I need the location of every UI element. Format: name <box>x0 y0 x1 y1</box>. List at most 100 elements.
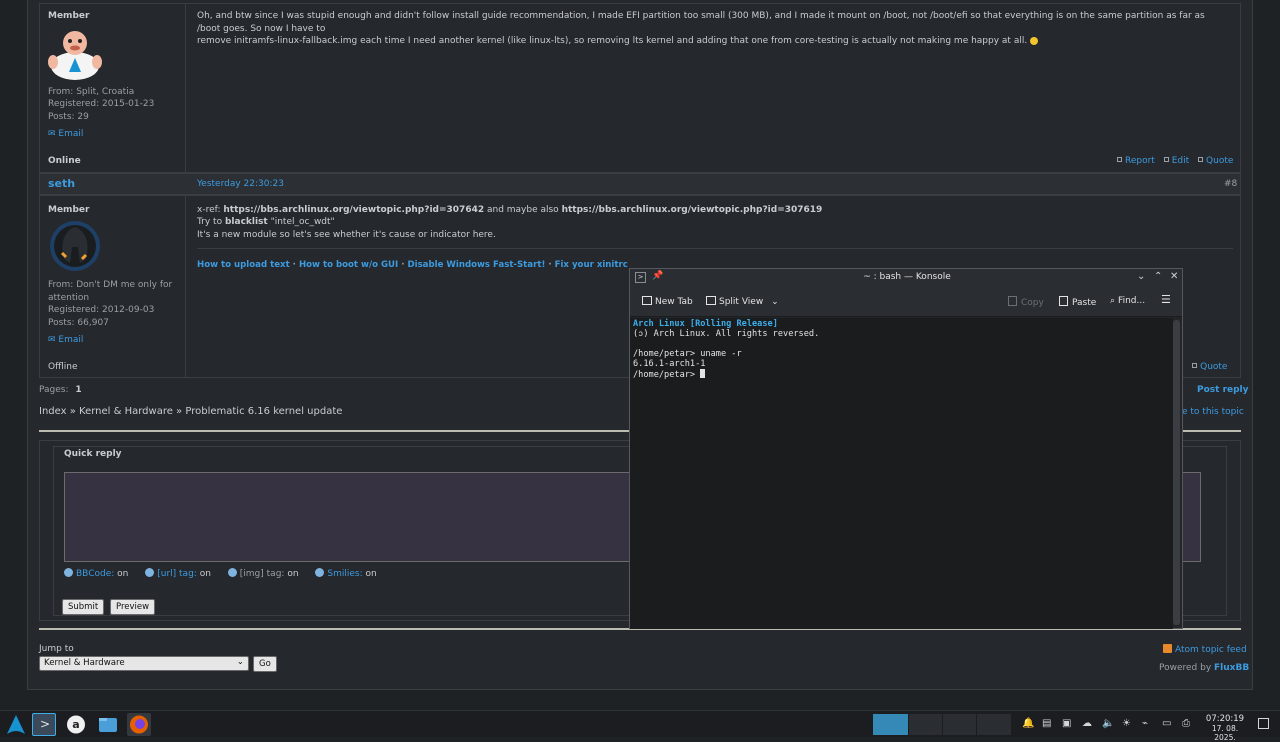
split-view-icon <box>706 296 716 305</box>
quote-icon <box>1192 363 1198 368</box>
konsole-title: ~ : bash — Konsole <box>863 272 951 282</box>
virtual-desktop-4[interactable] <box>976 714 1011 735</box>
mail-icon: ✉ <box>48 129 56 139</box>
submit-button[interactable]: Submit <box>62 599 105 615</box>
smiley-icon <box>1030 37 1039 46</box>
quote-link[interactable]: Quote <box>1200 362 1227 372</box>
jump-to-label: Jump to <box>39 644 74 654</box>
post-7-registered: Registered: 2015-01-23 <box>48 99 155 109</box>
post-8-posts: Posts: 66,907 <box>48 318 109 328</box>
term-line-2: (ↄ) Arch Linux. All rights reversed. <box>633 329 820 339</box>
new-tab-icon <box>642 296 652 305</box>
file-manager-icon[interactable] <box>96 713 120 736</box>
smilies-link[interactable]: Smilies: <box>327 569 362 579</box>
copy-button[interactable]: Copy <box>1008 296 1044 308</box>
help-icon <box>227 568 237 577</box>
post-8-line3: It's a new module so let's see whether i… <box>197 230 496 240</box>
paste-button[interactable]: Paste <box>1059 296 1096 308</box>
konsole-task-icon[interactable]: > <box>32 713 56 736</box>
post-reply-link[interactable]: Post reply <box>1197 384 1249 397</box>
quote-link[interactable]: Quote <box>1206 156 1233 166</box>
konsole-toolbar: New Tab Split View ⌄ Copy Paste ⌕ Find...… <box>630 287 1182 317</box>
post-7-actions: Report Edit Quote <box>1117 155 1233 168</box>
search-icon: ⌕ <box>1110 296 1116 306</box>
new-tab-button[interactable]: New Tab <box>642 296 693 307</box>
post-8-avatar <box>48 219 102 273</box>
fluxbb-link[interactable]: FluxBB <box>1214 663 1249 673</box>
preview-button[interactable]: Preview <box>110 599 156 615</box>
quote-icon <box>1198 157 1204 162</box>
notifications-icon[interactable]: 🔔 <box>1022 718 1034 729</box>
subscribe-link[interactable]: e to this topic <box>1182 406 1244 419</box>
post-8-time[interactable]: Yesterday 22:30:23 <box>197 178 284 191</box>
xref-link-2[interactable]: https://bbs.archlinux.org/viewtopic.php?… <box>562 205 823 215</box>
help-icon <box>145 568 155 577</box>
page-1[interactable]: 1 <box>75 385 81 395</box>
app-store-icon[interactable]: a <box>64 713 88 736</box>
konsole-titlebar[interactable]: > 📌 ~ : bash — Konsole ⌄ ⌃ ✕ <box>630 269 1182 287</box>
printer-icon[interactable]: ⎙ <box>1182 718 1190 729</box>
post-7-role: Member <box>48 11 90 21</box>
firefox-icon[interactable] <box>127 713 151 736</box>
term-line-1: Arch Linux [Rolling Release] <box>633 319 778 329</box>
jump-to-select[interactable]: Kernel & Hardware ⌄ <box>39 656 249 671</box>
go-button[interactable]: Go <box>253 656 277 672</box>
post-7-body-line1: Oh, and btw since I was stupid enough an… <box>197 11 1205 34</box>
post-8-try-line: Try to blacklist "intel_oc_wdt" <box>197 217 335 227</box>
edit-link[interactable]: Edit <box>1172 156 1189 166</box>
paste-icon <box>1059 296 1068 306</box>
edit-icon <box>1163 157 1169 162</box>
show-desktop-icon[interactable] <box>1258 718 1269 729</box>
post-8-author[interactable]: seth <box>48 177 75 190</box>
arch-launcher-icon[interactable] <box>4 713 28 736</box>
breadcrumb-category[interactable]: Kernel & Hardware <box>79 406 173 417</box>
post-8-actions: rt Quote <box>1176 361 1227 374</box>
split-view-button[interactable]: Split View ⌄ <box>706 296 779 307</box>
xref-link-1[interactable]: https://bbs.archlinux.org/viewtopic.php?… <box>223 205 484 215</box>
post-8-from-line1: From: Don't DM me only for <box>48 280 173 290</box>
svg-text:a: a <box>72 718 79 731</box>
post-8-status: Offline <box>48 362 78 372</box>
report-link[interactable]: Report <box>1125 156 1155 166</box>
url-tag-link[interactable]: [url] tag: <box>157 569 197 579</box>
sig-link-xinitrc[interactable]: Fix your xinitrc <box>555 260 628 270</box>
breadcrumb-topic[interactable]: Problematic 6.16 kernel update <box>185 406 342 417</box>
pagination: Pages: 1 <box>39 385 82 395</box>
post-7-status: Online <box>48 156 81 166</box>
atom-feed[interactable]: Atom topic feed <box>1163 644 1247 657</box>
post-7-email-link[interactable]: ✉ Email <box>48 128 83 141</box>
post-7-body: Oh, and btw since I was stupid enough an… <box>197 10 1227 48</box>
clock[interactable]: 07:20:19 17. 08. 2025. <box>1203 715 1247 742</box>
hamburger-menu-icon[interactable]: ☰ <box>1161 293 1171 306</box>
brightness-icon[interactable]: ☀ <box>1122 718 1131 729</box>
post-7-body-line2: remove initramfs-linux-fallback.img each… <box>197 36 1028 46</box>
sig-link-upload[interactable]: How to upload text <box>197 260 290 270</box>
virtual-desktop-3[interactable] <box>942 714 976 735</box>
weather-icon[interactable]: ☁ <box>1082 718 1092 729</box>
volume-icon[interactable]: 🔈 <box>1102 718 1114 729</box>
clipboard-icon[interactable]: ▤ <box>1042 718 1051 729</box>
terminal-scrollbar[interactable] <box>1173 320 1180 625</box>
post-8-email-link[interactable]: ✉ Email <box>48 334 83 347</box>
display-icon[interactable]: ▭ <box>1162 718 1171 729</box>
find-button[interactable]: ⌕ Find... <box>1110 296 1145 306</box>
usb-icon[interactable]: ⌁ <box>1142 718 1148 729</box>
virtual-desktop-2[interactable] <box>908 714 942 735</box>
terminal-area[interactable]: Arch Linux [Rolling Release] (ↄ) Arch Lin… <box>630 318 1173 629</box>
post-7-from: From: Split, Croatia <box>48 87 135 97</box>
bbcode-link[interactable]: BBCode: <box>76 569 114 579</box>
disks-icon[interactable]: ▣ <box>1062 718 1071 729</box>
term-line-4: /home/petar> uname -r <box>633 349 742 359</box>
taskbar: > a 🔔 ▤ ▣ ☁ 🔈 ☀ ⌁ ▭ ⎙ 07:20:19 17. 08. 2… <box>0 710 1280 742</box>
breadcrumb-index[interactable]: Index <box>39 406 67 417</box>
sig-link-fastboot[interactable]: Disable Windows Fast-Start! <box>407 260 545 270</box>
chevron-down-icon: ⌄ <box>236 657 244 667</box>
virtual-desktop-1[interactable] <box>873 714 908 735</box>
maximize-icon[interactable]: ⌃ <box>1154 271 1162 282</box>
close-icon[interactable]: ✕ <box>1170 271 1178 282</box>
clock-time: 07:20:19 <box>1205 714 1245 724</box>
rss-icon <box>1163 644 1172 653</box>
minimize-icon[interactable]: ⌄ <box>1137 271 1145 282</box>
post-8-number[interactable]: #8 <box>1224 178 1237 191</box>
sig-link-boot[interactable]: How to boot w/o GUI <box>299 260 398 270</box>
